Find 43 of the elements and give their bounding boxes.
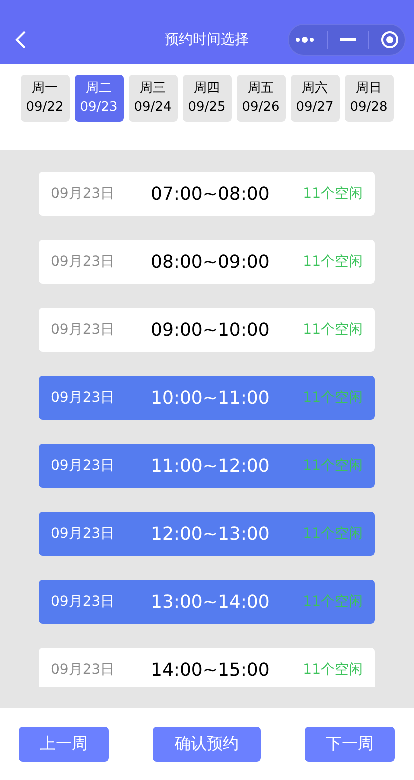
time-slot[interactable]: 09月23日 13:00~14:00 11个空闲 bbox=[39, 580, 375, 624]
more-icon[interactable] bbox=[295, 36, 315, 44]
time-slot[interactable]: 09月23日 14:00~15:00 11个空闲 bbox=[39, 648, 375, 687]
slot-time: 13:00~14:00 bbox=[151, 592, 270, 612]
slot-availability: 11个空闲 bbox=[303, 593, 363, 611]
day-tab[interactable]: 周三 09/24 bbox=[128, 75, 178, 122]
slot-date: 09月23日 bbox=[51, 253, 116, 271]
time-slot[interactable]: 09月23日 11:00~12:00 11个空闲 bbox=[39, 444, 375, 488]
slot-time: 12:00~13:00 bbox=[151, 524, 270, 544]
day-tab[interactable]: 周一 09/22 bbox=[20, 75, 70, 122]
slot-time: 14:00~15:00 bbox=[151, 660, 270, 680]
page-title: 预约时间选择 bbox=[165, 31, 249, 49]
time-slot[interactable]: 09月23日 07:00~08:00 11个空闲 bbox=[39, 172, 375, 216]
slot-date: 09月23日 bbox=[51, 457, 116, 475]
slot-availability: 11个空闲 bbox=[303, 661, 363, 679]
close-icon[interactable] bbox=[381, 31, 399, 49]
day-tab[interactable]: 周六 09/27 bbox=[290, 75, 340, 122]
slot-time: 10:00~11:00 bbox=[151, 388, 270, 408]
slot-availability: 11个空闲 bbox=[303, 389, 363, 407]
slot-availability: 11个空闲 bbox=[303, 321, 363, 339]
slot-time: 08:00~09:00 bbox=[151, 252, 270, 272]
day-tab[interactable]: 周日 09/28 bbox=[344, 75, 394, 122]
slot-date: 09月23日 bbox=[51, 321, 116, 339]
day-tab[interactable]: 周二 09/23 bbox=[74, 75, 124, 122]
time-slot[interactable]: 09月23日 09:00~10:00 11个空闲 bbox=[39, 308, 375, 352]
time-slot[interactable]: 09月23日 08:00~09:00 11个空闲 bbox=[39, 240, 375, 284]
slot-time: 07:00~08:00 bbox=[151, 184, 270, 204]
slot-date: 09月23日 bbox=[51, 185, 116, 203]
day-tab[interactable]: 周五 09/26 bbox=[236, 75, 286, 122]
time-slot[interactable]: 09月23日 12:00~13:00 11个空闲 bbox=[39, 512, 375, 556]
slot-availability: 11个空闲 bbox=[303, 185, 363, 203]
day-tab[interactable]: 周四 09/25 bbox=[182, 75, 232, 122]
slot-availability: 11个空闲 bbox=[303, 525, 363, 543]
time-slot[interactable]: 09月23日 10:00~11:00 11个空闲 bbox=[39, 376, 375, 420]
slot-time: 11:00~12:00 bbox=[151, 456, 270, 476]
slot-availability: 11个空闲 bbox=[303, 253, 363, 271]
slot-date: 09月23日 bbox=[51, 661, 116, 679]
slot-availability: 11个空闲 bbox=[303, 457, 363, 475]
slot-date: 09月23日 bbox=[51, 593, 116, 611]
slot-time: 09:00~10:00 bbox=[151, 320, 270, 340]
minimize-icon[interactable] bbox=[340, 38, 356, 42]
slot-date: 09月23日 bbox=[51, 389, 116, 407]
slot-date: 09月23日 bbox=[51, 525, 116, 543]
